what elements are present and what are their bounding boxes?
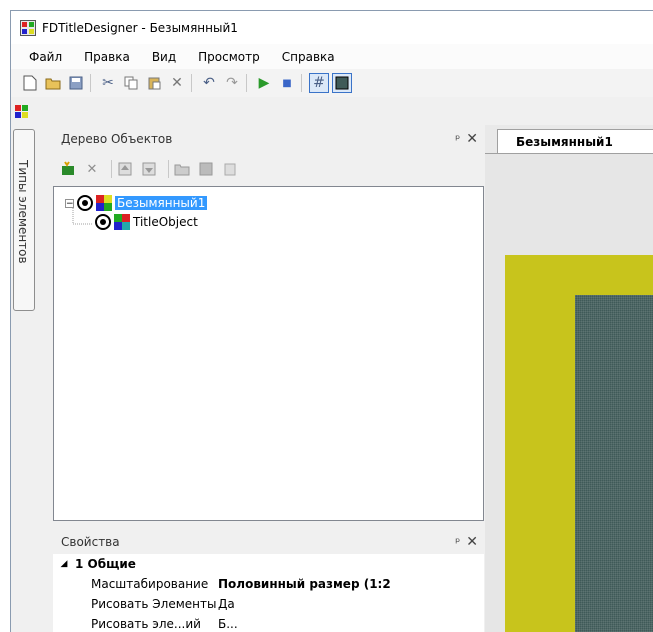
visibility-eye-icon[interactable] <box>77 195 93 211</box>
property-row[interactable]: Масштабирование Половинный размер (1:2 <box>53 574 484 594</box>
add-object-icon[interactable] <box>59 160 77 178</box>
properties-panel-header: Свойства ᵖ ✕ <box>53 530 484 554</box>
menu-view[interactable]: Вид <box>141 50 187 64</box>
tree-item-label: Безымянный1 <box>115 196 208 210</box>
property-name: Масштабирование <box>91 577 209 591</box>
open-icon[interactable] <box>173 160 191 178</box>
visibility-eye-icon[interactable] <box>95 214 111 230</box>
delete-icon[interactable]: ✕ <box>167 73 187 93</box>
property-row[interactable]: Рисовать Элементы Да <box>53 594 484 614</box>
move-down-icon[interactable] <box>140 160 158 178</box>
object-tree: − Безымянный1 TitleObject <box>53 186 484 521</box>
window-title: FDTitleDesigner - Безымянный1 <box>42 20 238 35</box>
document-object-icon <box>96 195 112 211</box>
element-types-icon <box>15 105 28 118</box>
toolbar-separator <box>168 160 169 178</box>
clipboard-icon[interactable] <box>221 160 239 178</box>
menu-help[interactable]: Справка <box>271 50 346 64</box>
properties-grid: ◢ 1 Общие Масштабирование Половинный раз… <box>53 554 484 632</box>
undo-icon[interactable]: ↶ <box>199 73 219 93</box>
document-tab[interactable]: Безымянный1 <box>497 129 653 153</box>
move-up-icon[interactable] <box>116 160 134 178</box>
property-value[interactable]: Б... <box>218 617 238 631</box>
menu-bar: Файл Правка Вид Просмотр Справка <box>11 44 653 69</box>
element-types-tab[interactable]: Типы элементов <box>13 129 35 311</box>
stop-icon[interactable]: ■ <box>277 73 297 93</box>
collapse-triangle-icon[interactable]: ◢ <box>53 559 75 569</box>
property-value[interactable]: Да <box>218 597 235 611</box>
save-icon[interactable] <box>66 73 86 93</box>
background-toggle-icon[interactable] <box>332 73 352 93</box>
toolbar-separator <box>111 160 112 178</box>
open-folder-icon[interactable] <box>43 73 63 93</box>
pin-icon[interactable]: ᵖ <box>455 535 460 549</box>
toolbar-separator <box>90 74 91 92</box>
title-bar: FDTitleDesigner - Безымянный1 <box>11 11 653 44</box>
element-types-tab-label: Типы элементов <box>16 160 30 264</box>
close-icon[interactable]: ✕ <box>466 534 478 550</box>
category-label: 1 Общие <box>75 557 136 571</box>
grid-toggle-icon[interactable]: # <box>309 73 329 93</box>
document-tab-label: Безымянный1 <box>516 134 613 149</box>
title-object-area[interactable] <box>575 295 653 632</box>
new-file-icon[interactable] <box>20 73 40 93</box>
menu-edit[interactable]: Правка <box>73 50 141 64</box>
paste-icon[interactable] <box>144 73 164 93</box>
menu-file[interactable]: Файл <box>11 50 73 64</box>
toolbar-separator <box>246 74 247 92</box>
pin-icon[interactable]: ᵖ <box>455 132 460 146</box>
tree-item-label: TitleObject <box>133 215 198 229</box>
redo-icon[interactable]: ↷ <box>222 73 242 93</box>
tree-item[interactable]: TitleObject <box>95 213 198 231</box>
menu-preview[interactable]: Просмотр <box>187 50 271 64</box>
toolbar-separator <box>301 74 302 92</box>
tree-panel-header: Дерево Объектов ᵖ ✕ <box>53 128 484 150</box>
property-row[interactable]: Рисовать эле...ий Б... <box>53 614 484 632</box>
cut-icon[interactable]: ✂ <box>98 73 118 93</box>
close-icon[interactable]: ✕ <box>466 131 478 147</box>
app-icon <box>20 19 36 36</box>
property-name: Рисовать Элементы <box>91 597 217 611</box>
tree-panel-title: Дерево Объектов <box>61 132 173 146</box>
delete-object-icon[interactable]: ✕ <box>83 160 101 178</box>
properties-panel-title: Свойства <box>61 535 120 549</box>
tree-item[interactable]: − Безымянный1 <box>65 194 208 212</box>
save-object-icon[interactable] <box>197 160 215 178</box>
play-icon[interactable]: ▶ <box>254 73 274 93</box>
property-value[interactable]: Половинный размер (1:2 <box>218 577 391 591</box>
main-toolbar: ✂ ✕ ↶ ↷ ▶ ■ # <box>11 69 653 97</box>
collapse-toggle[interactable]: − <box>65 198 74 208</box>
property-name: Рисовать эле...ий <box>91 617 201 631</box>
object-toolbar: ✕ <box>53 156 484 182</box>
toolbar-separator <box>191 74 192 92</box>
app-window: FDTitleDesigner - Безымянный1 Файл Правк… <box>10 10 653 632</box>
side-tab-strip: Типы элементов <box>11 97 35 632</box>
title-object-icon <box>114 214 130 230</box>
copy-icon[interactable] <box>121 73 141 93</box>
property-category[interactable]: ◢ 1 Общие <box>53 554 484 574</box>
